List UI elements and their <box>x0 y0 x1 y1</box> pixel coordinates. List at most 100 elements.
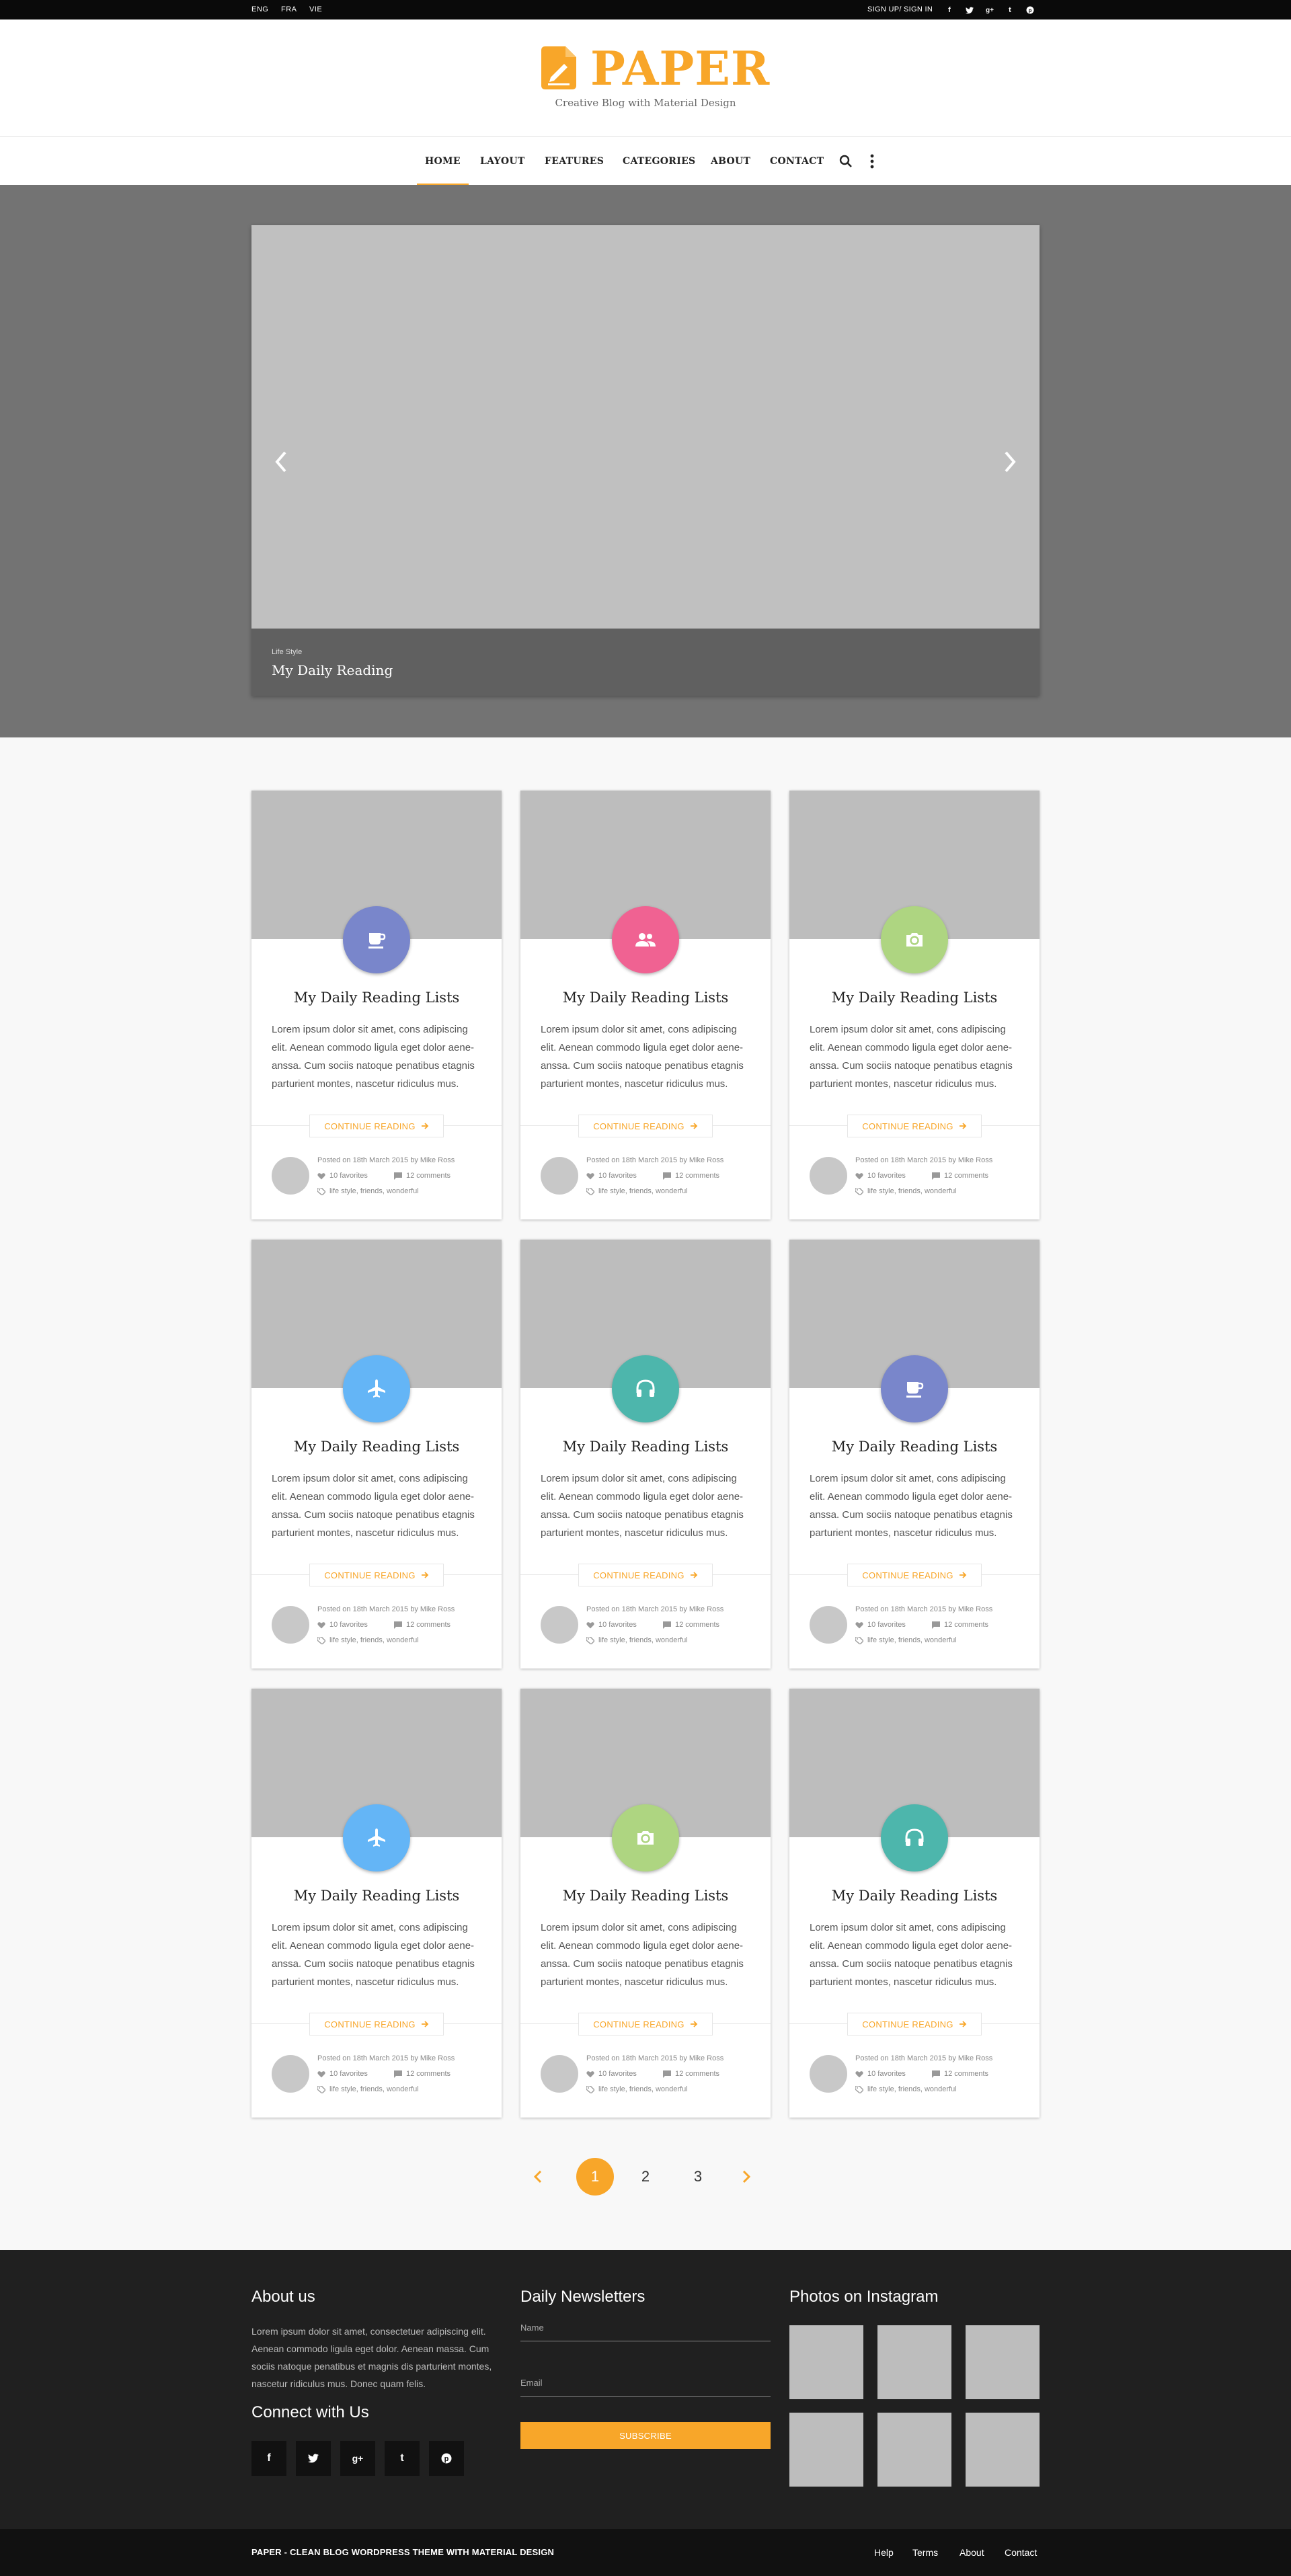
post-tags[interactable]: life style, friends, wonderful <box>317 2085 419 2093</box>
twitter-icon[interactable] <box>296 2441 331 2476</box>
favorites-count[interactable]: 10 favorites <box>586 2070 637 2078</box>
post-tags[interactable]: life style, friends, wonderful <box>586 1636 688 1644</box>
slider-prev-arrow-icon[interactable] <box>269 446 293 478</box>
comments-count[interactable]: 12 comments <box>394 1172 451 1180</box>
post-tags[interactable]: life style, friends, wonderful <box>586 1187 688 1195</box>
logo-icon[interactable] <box>541 46 576 93</box>
author-avatar[interactable] <box>272 2055 309 2093</box>
favorites-count[interactable]: 10 favorites <box>586 1172 637 1180</box>
instagram-photo[interactable] <box>789 2413 863 2487</box>
author-avatar[interactable] <box>810 1157 847 1195</box>
more-vert-icon[interactable] <box>870 154 874 172</box>
comments-count[interactable]: 12 comments <box>394 1621 451 1629</box>
favorites-count[interactable]: 10 favorites <box>855 1172 906 1180</box>
post-title[interactable]: My Daily Reading Lists <box>251 1439 502 1455</box>
prev-page-arrow-icon[interactable] <box>533 2167 543 2189</box>
nav-features[interactable]: FEATURES <box>545 137 604 186</box>
google-plus-icon[interactable]: g+ <box>340 2441 375 2476</box>
next-page-arrow-icon[interactable] <box>741 2167 752 2189</box>
comments-count[interactable]: 12 comments <box>663 1621 719 1629</box>
nav-categories[interactable]: CATEGORIES <box>623 137 695 186</box>
page-1[interactable]: 1 <box>576 2158 614 2196</box>
instagram-photo[interactable] <box>966 2325 1040 2399</box>
newsletter-name-field[interactable]: Name <box>520 2323 771 2341</box>
comments-count[interactable]: 12 comments <box>932 1621 988 1629</box>
instagram-photo[interactable] <box>877 2413 951 2487</box>
instagram-photo[interactable] <box>966 2413 1040 2487</box>
post-title[interactable]: My Daily Reading Lists <box>251 1888 502 1904</box>
post-tags[interactable]: life style, friends, wonderful <box>317 1187 419 1195</box>
favorites-count[interactable]: 10 favorites <box>586 1621 637 1629</box>
comments-count[interactable]: 12 comments <box>932 1172 988 1180</box>
google-plus-icon[interactable]: g+ <box>984 4 996 16</box>
favorites-count[interactable]: 10 favorites <box>317 1172 368 1180</box>
post-title[interactable]: My Daily Reading Lists <box>789 1439 1040 1455</box>
slider[interactable]: Life Style My Daily Reading <box>251 225 1040 696</box>
nav-contact[interactable]: CONTACT <box>770 137 824 186</box>
post-title[interactable]: My Daily Reading Lists <box>520 1439 771 1455</box>
comments-count[interactable]: 12 comments <box>932 2070 988 2078</box>
post-tags[interactable]: life style, friends, wonderful <box>586 2085 688 2093</box>
author-avatar[interactable] <box>541 1606 578 1644</box>
post-tags[interactable]: life style, friends, wonderful <box>317 1636 419 1644</box>
favorites-count[interactable]: 10 favorites <box>317 2070 368 2078</box>
post-tags[interactable]: life style, friends, wonderful <box>855 1636 957 1644</box>
lang-fra[interactable]: FRA <box>281 0 297 19</box>
instagram-photo[interactable] <box>789 2325 863 2399</box>
instagram-photo[interactable] <box>877 2325 951 2399</box>
nav-about[interactable]: ABOUT <box>711 137 750 186</box>
author-avatar[interactable] <box>541 2055 578 2093</box>
favorites-count[interactable]: 10 favorites <box>855 2070 906 2078</box>
newsletter-email-field[interactable]: Email <box>520 2378 771 2397</box>
post-title[interactable]: My Daily Reading Lists <box>789 990 1040 1006</box>
continue-reading-button[interactable]: CONTINUE READING <box>578 2013 713 2036</box>
search-icon[interactable] <box>839 155 853 171</box>
post-tags[interactable]: life style, friends, wonderful <box>855 2085 957 2093</box>
slide-category[interactable]: Life Style <box>272 648 302 656</box>
continue-reading-button[interactable]: CONTINUE READING <box>847 1115 982 1137</box>
author-avatar[interactable] <box>272 1606 309 1644</box>
signin-link[interactable]: SIGN UP/ SIGN IN <box>867 0 933 19</box>
author-avatar[interactable] <box>541 1157 578 1195</box>
author-avatar[interactable] <box>810 1606 847 1644</box>
footer-link-terms[interactable]: Terms <box>912 2529 938 2576</box>
post-title[interactable]: My Daily Reading Lists <box>251 990 502 1006</box>
post-title[interactable]: My Daily Reading Lists <box>520 1888 771 1904</box>
pinterest-icon[interactable]: p <box>1024 4 1036 16</box>
continue-reading-button[interactable]: CONTINUE READING <box>847 1564 982 1586</box>
author-avatar[interactable] <box>810 2055 847 2093</box>
lang-eng[interactable]: ENG <box>251 0 268 19</box>
page-3[interactable]: 3 <box>679 2158 717 2196</box>
facebook-icon[interactable]: f <box>251 2441 286 2476</box>
favorites-count[interactable]: 10 favorites <box>317 1621 368 1629</box>
lang-vie[interactable]: VIE <box>309 0 322 19</box>
post-title[interactable]: My Daily Reading Lists <box>789 1888 1040 1904</box>
slide-title[interactable]: My Daily Reading <box>272 662 393 678</box>
continue-reading-button[interactable]: CONTINUE READING <box>309 1115 444 1137</box>
continue-reading-button[interactable]: CONTINUE READING <box>847 2013 982 2036</box>
tumblr-icon[interactable]: t <box>1004 4 1016 16</box>
page-2[interactable]: 2 <box>627 2158 664 2196</box>
continue-reading-button[interactable]: CONTINUE READING <box>578 1564 713 1586</box>
continue-reading-button[interactable]: CONTINUE READING <box>309 1564 444 1586</box>
continue-reading-button[interactable]: CONTINUE READING <box>578 1115 713 1137</box>
slider-next-arrow-icon[interactable] <box>998 446 1022 478</box>
twitter-icon[interactable] <box>964 4 976 16</box>
post-title[interactable]: My Daily Reading Lists <box>520 990 771 1006</box>
tumblr-icon[interactable]: t <box>385 2441 420 2476</box>
comments-count[interactable]: 12 comments <box>663 2070 719 2078</box>
footer-link-help[interactable]: Help <box>874 2529 894 2576</box>
favorites-count[interactable]: 10 favorites <box>855 1621 906 1629</box>
pinterest-icon[interactable]: p <box>429 2441 464 2476</box>
author-avatar[interactable] <box>272 1157 309 1195</box>
nav-home[interactable]: HOME <box>417 137 469 186</box>
footer-link-about[interactable]: About <box>960 2529 984 2576</box>
footer-link-contact[interactable]: Contact <box>1005 2529 1037 2576</box>
continue-reading-button[interactable]: CONTINUE READING <box>309 2013 444 2036</box>
logo-text[interactable]: PAPER <box>590 42 770 96</box>
nav-layout[interactable]: LAYOUT <box>480 137 525 186</box>
subscribe-button[interactable]: SUBSCRIBE <box>520 2422 771 2449</box>
post-tags[interactable]: life style, friends, wonderful <box>855 1187 957 1195</box>
facebook-icon[interactable]: f <box>943 4 955 16</box>
comments-count[interactable]: 12 comments <box>663 1172 719 1180</box>
